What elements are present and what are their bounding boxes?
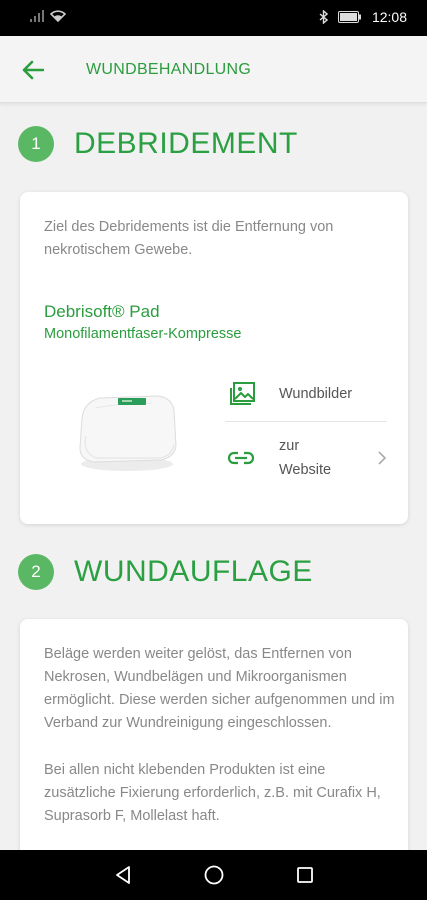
system-nav-bar — [0, 850, 427, 900]
chevron-right-icon — [378, 451, 387, 465]
app-bar: WUNDBEHANDLUNG — [0, 36, 427, 103]
page-title: WUNDBEHANDLUNG — [86, 61, 252, 78]
status-icons-left — [30, 10, 66, 22]
section-header-debridement: 1 DEBRIDEMENT — [18, 126, 298, 162]
signal-icon — [30, 10, 44, 22]
product-info: Debrisoft® Pad Monofilamentfaser-Kompres… — [44, 302, 241, 342]
link-label: Wundbilder — [279, 386, 353, 402]
bluetooth-icon — [319, 10, 328, 24]
status-bar: 12:08 — [0, 0, 427, 36]
status-time: 12:08 — [371, 9, 407, 25]
link-label-line1: zur — [279, 438, 300, 454]
link-wundbilder[interactable]: Wundbilder — [225, 378, 387, 410]
wifi-icon — [50, 10, 66, 22]
card-description: Beläge werden weiter gelöst, das Entfern… — [44, 646, 395, 731]
product-subtitle: Monofilamentfaser-Kompresse — [44, 326, 242, 342]
status-icons-right: 12:08 — [319, 9, 407, 25]
image-icon — [225, 378, 257, 410]
divider — [225, 421, 387, 422]
link-label: zur Website — [279, 434, 331, 482]
battery-icon — [337, 11, 361, 23]
section-title: DEBRIDEMENT — [74, 127, 298, 160]
step-number-badge: 2 — [18, 554, 54, 590]
product-image — [79, 395, 177, 471]
card-description-fixation: Bei allen nicht klebenden Produkten ist … — [44, 762, 381, 824]
step-number-badge: 1 — [18, 126, 54, 162]
arrow-left-icon — [22, 60, 44, 80]
section-title: WUNDAUFLAGE — [74, 555, 313, 588]
nav-recents-button[interactable] — [292, 862, 318, 888]
card-debridement: Ziel des Debridements ist die Entfernung… — [20, 192, 408, 524]
nav-back-button[interactable] — [110, 862, 136, 888]
product-name: Debrisoft® Pad — [44, 302, 160, 321]
card-wundauflage: Beläge werden weiter gelöst, das Entfern… — [20, 619, 408, 850]
square-recents-icon — [297, 867, 313, 883]
nav-home-button[interactable] — [201, 862, 227, 888]
card-description: Ziel des Debridements ist die Entfernung… — [44, 219, 334, 258]
link-zur-website[interactable]: zur Website — [225, 434, 387, 482]
triangle-back-icon — [116, 866, 130, 884]
circle-home-icon — [204, 865, 224, 885]
section-header-wundauflage: 2 WUNDAUFLAGE — [18, 554, 313, 590]
back-button[interactable] — [18, 56, 48, 84]
content-scroll[interactable]: 1 DEBRIDEMENT Ziel des Debridements ist … — [0, 104, 427, 850]
link-icon — [225, 442, 257, 474]
link-label-line2: Website — [279, 462, 332, 478]
